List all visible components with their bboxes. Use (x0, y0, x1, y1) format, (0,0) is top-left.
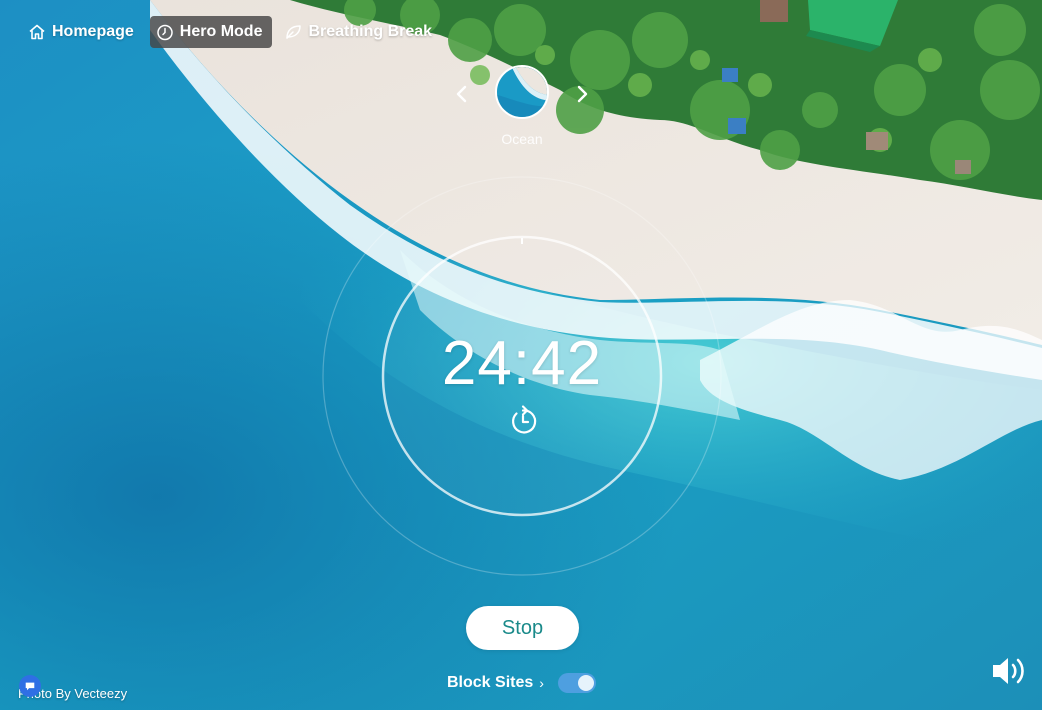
scene-label: Ocean (501, 131, 543, 147)
nav-item-label: Homepage (52, 23, 134, 40)
toggle-knob (577, 675, 594, 691)
stop-button[interactable]: Stop (466, 606, 579, 650)
nav-item-label: Breathing Break (308, 23, 433, 40)
top-nav: Homepage Hero Mode Breathing Break (22, 16, 442, 48)
timer-display: 24:42 (441, 329, 603, 398)
nav-item-homepage[interactable]: Homepage (22, 16, 144, 48)
chat-icon[interactable] (19, 675, 41, 697)
chevron-right-icon[interactable] (571, 83, 593, 105)
volume-icon[interactable] (990, 654, 1028, 688)
block-sites-label[interactable]: Block Sites (447, 674, 533, 692)
scene-selector: Ocean (451, 65, 593, 147)
leaf-icon (284, 23, 302, 41)
block-sites-toggle[interactable] (557, 673, 596, 693)
scene-thumbnail[interactable] (495, 65, 549, 119)
home-icon (28, 23, 46, 41)
nav-item-breathing-break[interactable]: Breathing Break (278, 16, 442, 48)
chevron-right-small-icon[interactable]: › (539, 675, 544, 691)
chevron-left-icon[interactable] (451, 83, 473, 105)
nav-item-label: Hero Mode (179, 23, 263, 40)
clock-icon (156, 23, 174, 41)
nav-item-hero-mode[interactable]: Hero Mode (149, 16, 273, 48)
hero-mode-page: Homepage Hero Mode Breathing Break Ocean (0, 0, 1042, 710)
block-sites-control: Block Sites › (447, 670, 596, 696)
timer-restart-icon[interactable] (506, 404, 540, 438)
focus-timer: 24:42 (322, 176, 722, 576)
